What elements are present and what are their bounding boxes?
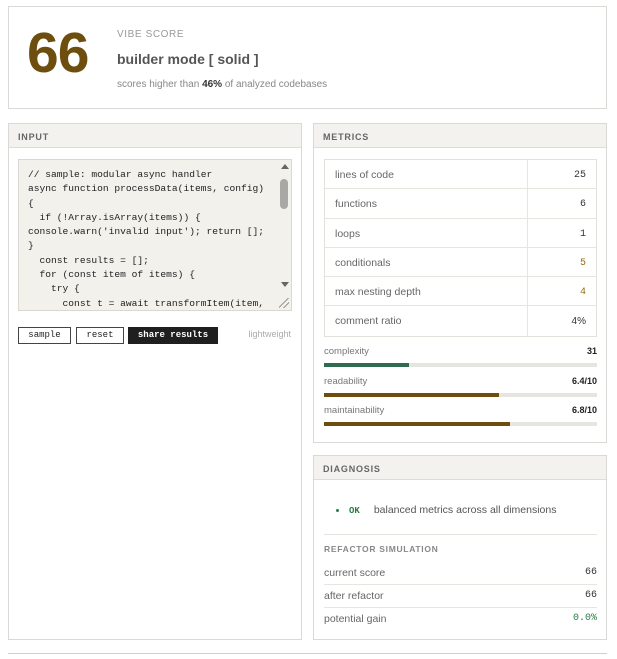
metric-name: functions bbox=[325, 189, 528, 218]
input-panel-heading: INPUT bbox=[9, 124, 301, 148]
sim-value: 0.0% bbox=[572, 613, 597, 624]
metrics-panel-heading: METRICS bbox=[314, 124, 606, 148]
metric-row: comment ratio 4% bbox=[325, 306, 596, 336]
code-scrollbar[interactable] bbox=[278, 161, 290, 295]
sim-row: current score 66 bbox=[324, 562, 597, 585]
diagnosis-panel: DIAGNOSIS OK balanced metrics across all … bbox=[313, 455, 607, 640]
score-card: 66 VIBE SCORE builder mode [ solid ] sco… bbox=[8, 6, 607, 109]
sim-value: 66 bbox=[584, 590, 597, 601]
metric-name: comment ratio bbox=[325, 306, 528, 336]
diagnosis-message: balanced metrics across all dimensions bbox=[373, 504, 557, 516]
bar-fill bbox=[324, 363, 409, 367]
resize-grip-icon[interactable] bbox=[279, 298, 289, 308]
percentile-text: scores higher than 46% of analyzed codeb… bbox=[117, 79, 327, 90]
divider bbox=[324, 534, 597, 535]
input-panel: INPUT // sample: modular async handler a… bbox=[8, 123, 302, 640]
metric-value: 5 bbox=[579, 257, 586, 269]
code-input-text[interactable]: // sample: modular async handler async f… bbox=[28, 168, 264, 310]
metric-value: 4% bbox=[571, 316, 586, 328]
diagnosis-panel-heading: DIAGNOSIS bbox=[314, 456, 606, 480]
sim-row: after refactor 66 bbox=[324, 585, 597, 608]
code-input[interactable]: // sample: modular async handler async f… bbox=[18, 159, 292, 311]
bar-value: 6.8/10 bbox=[571, 405, 597, 415]
scroll-up-icon[interactable] bbox=[281, 164, 289, 169]
readability-bar: readability 6.4/10 bbox=[324, 376, 597, 397]
percentile-value: 46% bbox=[202, 79, 223, 90]
bar-value: 6.4/10 bbox=[571, 376, 597, 386]
share-results-button[interactable]: share results bbox=[128, 327, 218, 344]
vibe-score-label: VIBE SCORE bbox=[117, 29, 185, 40]
bar-track bbox=[324, 393, 597, 397]
metric-value: 4 bbox=[579, 287, 586, 299]
metrics-table: lines of code 25 functions 6 loops 1 con… bbox=[324, 159, 597, 337]
bar-track bbox=[324, 422, 597, 426]
sim-label: potential gain bbox=[324, 613, 387, 625]
vibe-score-value: 66 bbox=[27, 21, 89, 85]
metric-row: max nesting depth 4 bbox=[325, 277, 596, 307]
bar-label: readability bbox=[324, 376, 368, 387]
metric-value: 25 bbox=[573, 170, 586, 181]
bar-track bbox=[324, 363, 597, 367]
metric-row: loops 1 bbox=[325, 218, 596, 248]
sim-label: after refactor bbox=[324, 590, 384, 602]
sim-row: potential gain 0.0% bbox=[324, 608, 597, 631]
percentile-prefix: scores higher than bbox=[117, 79, 203, 90]
metrics-panel: METRICS lines of code 25 functions 6 loo… bbox=[313, 123, 607, 443]
diagnosis-item: OK balanced metrics across all dimensions bbox=[336, 504, 556, 516]
metric-row: lines of code 25 bbox=[325, 160, 596, 190]
size-tag: lightweight bbox=[248, 329, 291, 339]
metric-name: conditionals bbox=[325, 247, 528, 277]
metric-value: 6 bbox=[579, 199, 586, 211]
bar-fill bbox=[324, 422, 510, 426]
bar-label: complexity bbox=[324, 346, 369, 357]
metric-name: max nesting depth bbox=[325, 277, 528, 306]
scroll-down-icon[interactable] bbox=[281, 282, 289, 287]
scroll-thumb[interactable] bbox=[280, 179, 288, 209]
divider bbox=[8, 653, 607, 654]
bar-value: 31 bbox=[586, 346, 597, 356]
bar-label: maintainability bbox=[324, 405, 385, 416]
sample-button[interactable]: sample bbox=[18, 327, 71, 344]
status-badge: OK bbox=[349, 506, 360, 516]
sim-label: current score bbox=[324, 567, 386, 579]
maintainability-bar: maintainability 6.8/10 bbox=[324, 405, 597, 426]
metric-row: conditionals 5 bbox=[325, 247, 596, 278]
mode-title: builder mode [ solid ] bbox=[117, 51, 259, 67]
metric-name: lines of code bbox=[325, 160, 528, 189]
bar-fill bbox=[324, 393, 499, 397]
status-dot-icon bbox=[336, 508, 339, 512]
refactor-simulation-heading: REFACTOR SIMULATION bbox=[324, 544, 439, 554]
sim-value: 66 bbox=[584, 567, 597, 578]
metric-row: functions 6 bbox=[325, 189, 596, 219]
reset-button[interactable]: reset bbox=[76, 327, 124, 344]
percentile-suffix: of analyzed codebases bbox=[222, 79, 328, 90]
metric-value: 1 bbox=[579, 228, 586, 240]
complexity-bar: complexity 31 bbox=[324, 346, 597, 367]
metric-name: loops bbox=[325, 218, 528, 247]
